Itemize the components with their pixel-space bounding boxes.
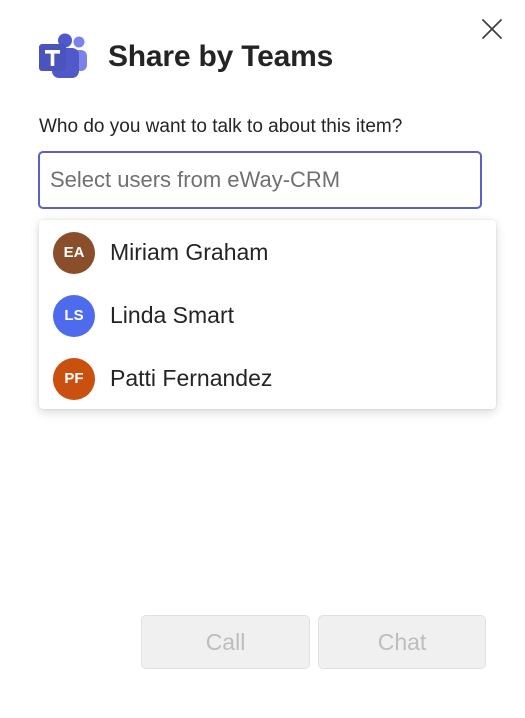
avatar: PF	[53, 357, 95, 400]
share-by-teams-dialog: Share by Teams Who do you want to talk t…	[0, 0, 525, 718]
user-suggestion-name: Miriam Graham	[110, 239, 269, 265]
close-button[interactable]	[478, 15, 506, 43]
user-suggestion-item[interactable]: LS Linda Smart	[39, 284, 496, 347]
user-suggestion-item[interactable]: EA Miriam Graham	[39, 221, 496, 284]
chat-button[interactable]: Chat	[318, 615, 486, 669]
dialog-title: Share by Teams	[108, 40, 334, 73]
dialog-header: Share by Teams	[38, 33, 333, 81]
user-search-box[interactable]	[38, 151, 482, 209]
user-suggestions-dropdown: EA Miriam Graham LS Linda Smart PF Patti…	[39, 220, 496, 409]
user-search-input[interactable]	[50, 153, 470, 207]
recipient-prompt-label: Who do you want to talk to about this it…	[39, 116, 403, 137]
user-suggestion-name: Linda Smart	[110, 302, 235, 328]
teams-logo-icon	[39, 33, 87, 78]
user-suggestion-name: Patti Fernandez	[110, 365, 273, 391]
avatar: EA	[53, 231, 95, 274]
call-button[interactable]: Call	[141, 615, 310, 669]
user-suggestion-item[interactable]: PF Patti Fernandez	[39, 347, 496, 410]
close-icon	[482, 19, 502, 39]
avatar: LS	[53, 294, 95, 337]
